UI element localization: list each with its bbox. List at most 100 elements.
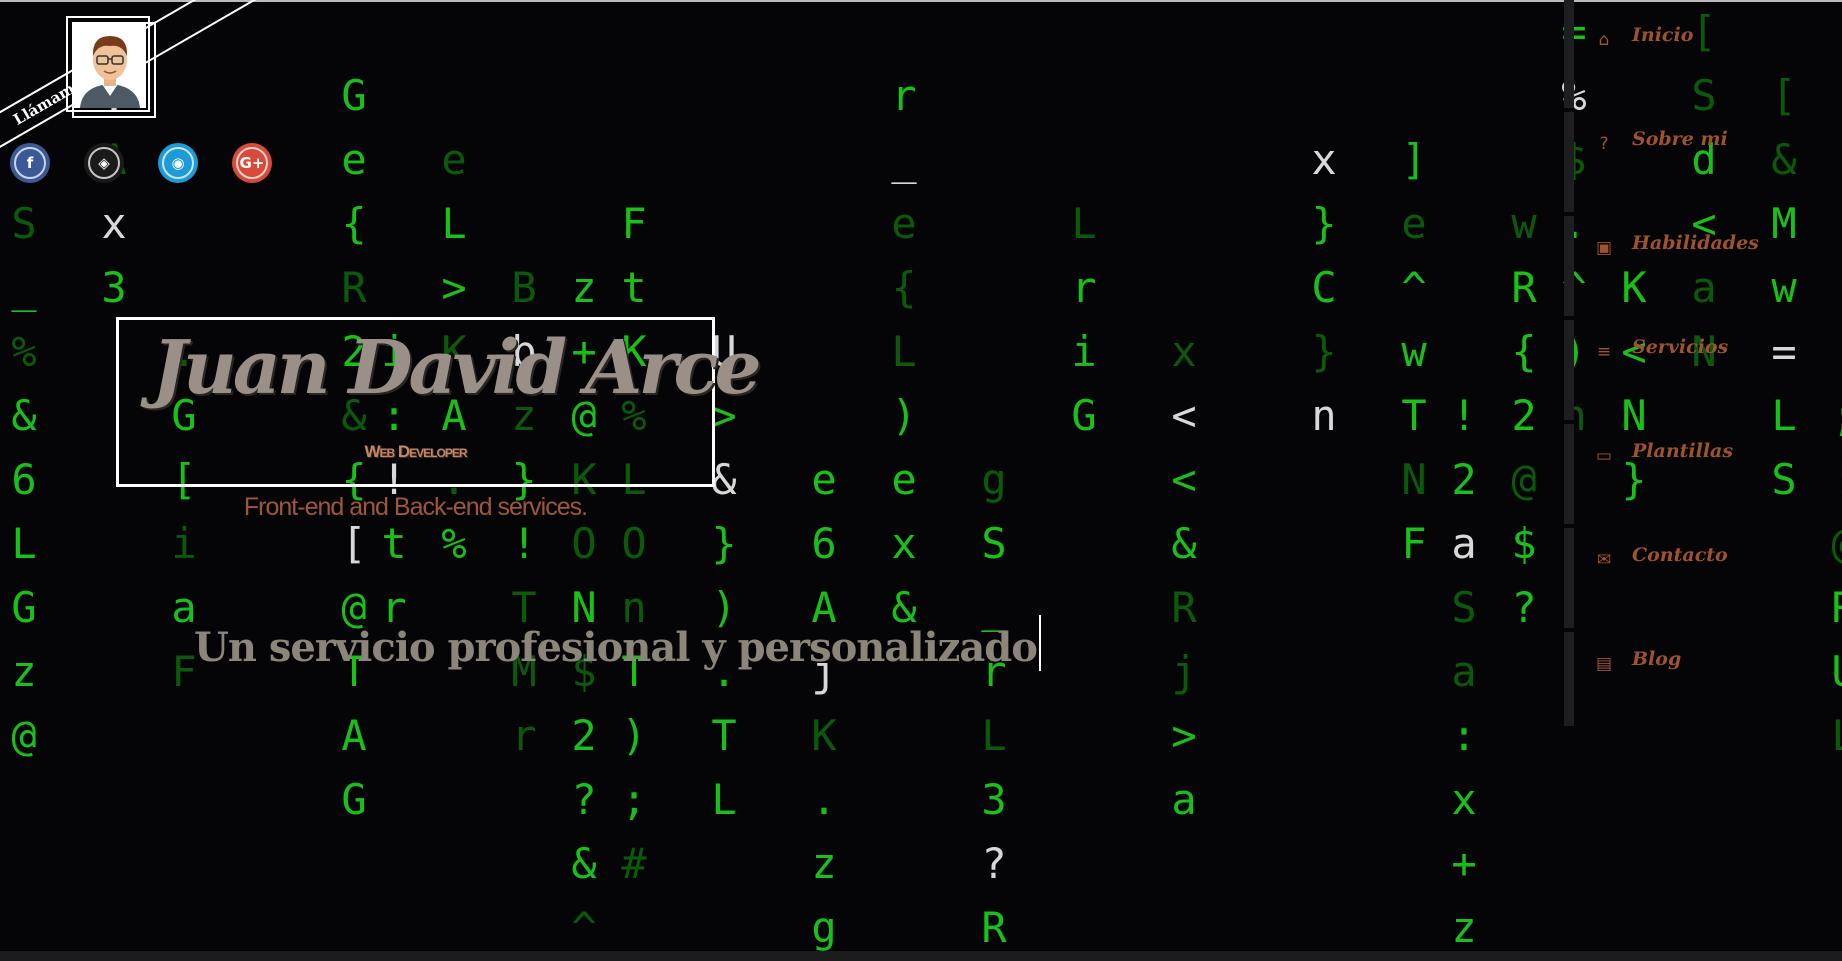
nav-item-label: Blog — [1632, 648, 1682, 670]
rain-glyph: n — [1311, 391, 1337, 440]
tagline-text: Un servicio profesional y personalizado — [194, 624, 1038, 671]
rain-glyph: 6 — [11, 455, 37, 504]
rain-glyph: G — [341, 71, 367, 120]
rain-glyph: ) — [621, 711, 647, 760]
rain-glyph: ; — [621, 775, 647, 824]
rain-glyph: r — [511, 711, 537, 760]
rain-glyph: C — [1311, 263, 1337, 312]
rain-glyph: S — [11, 199, 37, 248]
nav-item-sobre-mi[interactable]: ? Sobre mi — [1594, 128, 1834, 208]
hero-role: Web Developer — [364, 442, 467, 461]
rain-glyph: . — [811, 775, 837, 824]
rain-glyph: R — [1171, 583, 1197, 632]
question-icon: ? — [1599, 134, 1609, 154]
rain-glyph: G — [11, 583, 37, 632]
laptop-icon: ▭ — [1595, 446, 1613, 466]
rain-glyph: 3 — [981, 775, 1007, 824]
rain-glyph: ) — [891, 391, 917, 440]
rain-glyph: G — [341, 775, 367, 824]
rain-glyph: F — [621, 199, 647, 248]
rain-glyph: B — [511, 263, 537, 312]
nav-item-contacto[interactable]: ✉ Contacto — [1594, 544, 1834, 624]
nav-separator — [1564, 524, 1574, 528]
hero-name: Juan David Arce — [152, 325, 762, 411]
nav-item-label: Plantillas — [1632, 440, 1734, 462]
nav-item-label: Contacto — [1632, 544, 1728, 566]
nav-separator — [1564, 108, 1574, 112]
rain-glyph: e — [341, 135, 367, 184]
rain-glyph: $ — [1511, 519, 1537, 568]
rain-glyph: ! — [1451, 391, 1477, 440]
rain-glyph: e — [811, 455, 837, 504]
avatar — [74, 24, 146, 108]
rain-glyph: & — [571, 839, 597, 888]
rain-glyph: t — [621, 263, 647, 312]
nav-separator — [1564, 316, 1574, 320]
rain-glyph: L — [981, 711, 1007, 760]
rain-glyph: < — [1171, 455, 1197, 504]
rain-glyph: ^ — [1401, 263, 1427, 312]
rain-glyph: } — [1311, 327, 1337, 376]
github-icon: ◉ — [162, 147, 194, 179]
rain-glyph: @ — [1511, 455, 1537, 504]
nav-separator — [1564, 628, 1574, 632]
book-icon: ▤ — [1595, 654, 1613, 674]
nav-item-plantillas[interactable]: ▭ Plantillas — [1594, 440, 1834, 520]
rain-glyph: & — [11, 391, 37, 440]
rain-glyph: S — [1451, 583, 1477, 632]
rain-glyph: N — [1401, 455, 1427, 504]
rain-glyph: L — [1071, 199, 1097, 248]
rain-glyph: z — [11, 647, 37, 696]
rain-glyph: e — [891, 199, 917, 248]
rain-glyph: A — [341, 711, 367, 760]
home-icon: ⌂ — [1598, 30, 1610, 50]
rain-glyph: x — [891, 519, 917, 568]
rain-glyph: g — [981, 455, 1007, 504]
rain-glyph: _ — [891, 135, 917, 184]
rain-glyph: % — [11, 327, 37, 376]
rain-glyph: r — [1071, 263, 1097, 312]
rain-glyph: < — [1171, 391, 1197, 440]
rain-glyph: L — [11, 519, 37, 568]
rain-glyph: x — [1451, 775, 1477, 824]
rain-glyph: z — [571, 263, 597, 312]
rain-glyph: a — [1451, 519, 1477, 568]
rain-glyph: 2 — [1451, 455, 1477, 504]
github-button[interactable]: ◉ — [158, 143, 198, 183]
rain-glyph: G — [1071, 391, 1097, 440]
rain-glyph: L — [711, 775, 737, 824]
google-plus-button[interactable]: G+ — [232, 143, 272, 183]
rain-glyph: K — [811, 711, 837, 760]
rain-glyph: F — [1401, 519, 1427, 568]
rain-glyph: + — [1451, 839, 1477, 888]
rain-glyph: a — [1451, 647, 1477, 696]
rain-glyph: @ — [11, 711, 37, 760]
rain-glyph: w — [1401, 327, 1427, 376]
rain-glyph: e — [891, 455, 917, 504]
rain-glyph: x — [1171, 327, 1197, 376]
rain-glyph: } — [1311, 199, 1337, 248]
nav-item-label: Inicio — [1632, 24, 1694, 46]
rain-glyph: R — [1511, 263, 1537, 312]
nav-item-servicios[interactable]: ≡ Servicios — [1594, 336, 1834, 416]
rain-glyph: & — [1171, 519, 1197, 568]
rain-glyph: # — [621, 839, 647, 888]
nav-item-label: Servicios — [1632, 336, 1729, 358]
rain-glyph: e — [441, 135, 467, 184]
rain-glyph: ? — [571, 775, 597, 824]
briefcase-icon: ▣ — [1595, 238, 1613, 258]
rain-glyph: j — [1171, 647, 1197, 696]
rain-glyph: S — [981, 519, 1007, 568]
avatar-frame — [66, 16, 156, 118]
codepen-button[interactable]: ◈ — [84, 143, 124, 183]
rain-glyph: R — [341, 263, 367, 312]
facebook-button[interactable]: f — [10, 143, 50, 183]
rain-glyph: : — [1451, 711, 1477, 760]
nav-item-blog[interactable]: ▤ Blog — [1594, 648, 1834, 728]
rain-glyph: i — [1071, 327, 1097, 376]
rain-glyph: { — [1511, 327, 1537, 376]
nav-item-habilidades[interactable]: ▣ Habilidades — [1594, 232, 1834, 312]
rain-glyph: 6 — [811, 519, 837, 568]
rain-glyph: > — [1171, 711, 1197, 760]
nav-item-inicio[interactable]: ⌂ Inicio — [1594, 24, 1834, 104]
